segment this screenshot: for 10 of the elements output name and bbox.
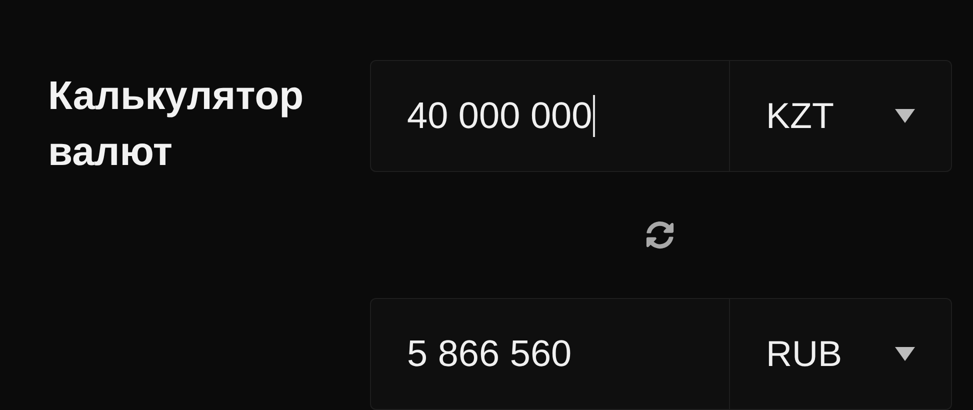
currency-select[interactable]: KZT xyxy=(730,61,951,171)
swap-icon[interactable] xyxy=(646,221,674,249)
amount-field[interactable]: 40 000 000 xyxy=(371,61,730,171)
amount-value: 5 866 560 xyxy=(407,333,572,375)
dropdown-triangle-icon xyxy=(895,109,915,123)
calculator-title: Калькулятор валют xyxy=(48,73,305,176)
currency-select[interactable]: RUB xyxy=(730,299,951,409)
dropdown-triangle-icon xyxy=(895,347,915,361)
amount-field[interactable]: 5 866 560 xyxy=(371,299,730,409)
amount-value: 40 000 000 xyxy=(407,95,592,137)
